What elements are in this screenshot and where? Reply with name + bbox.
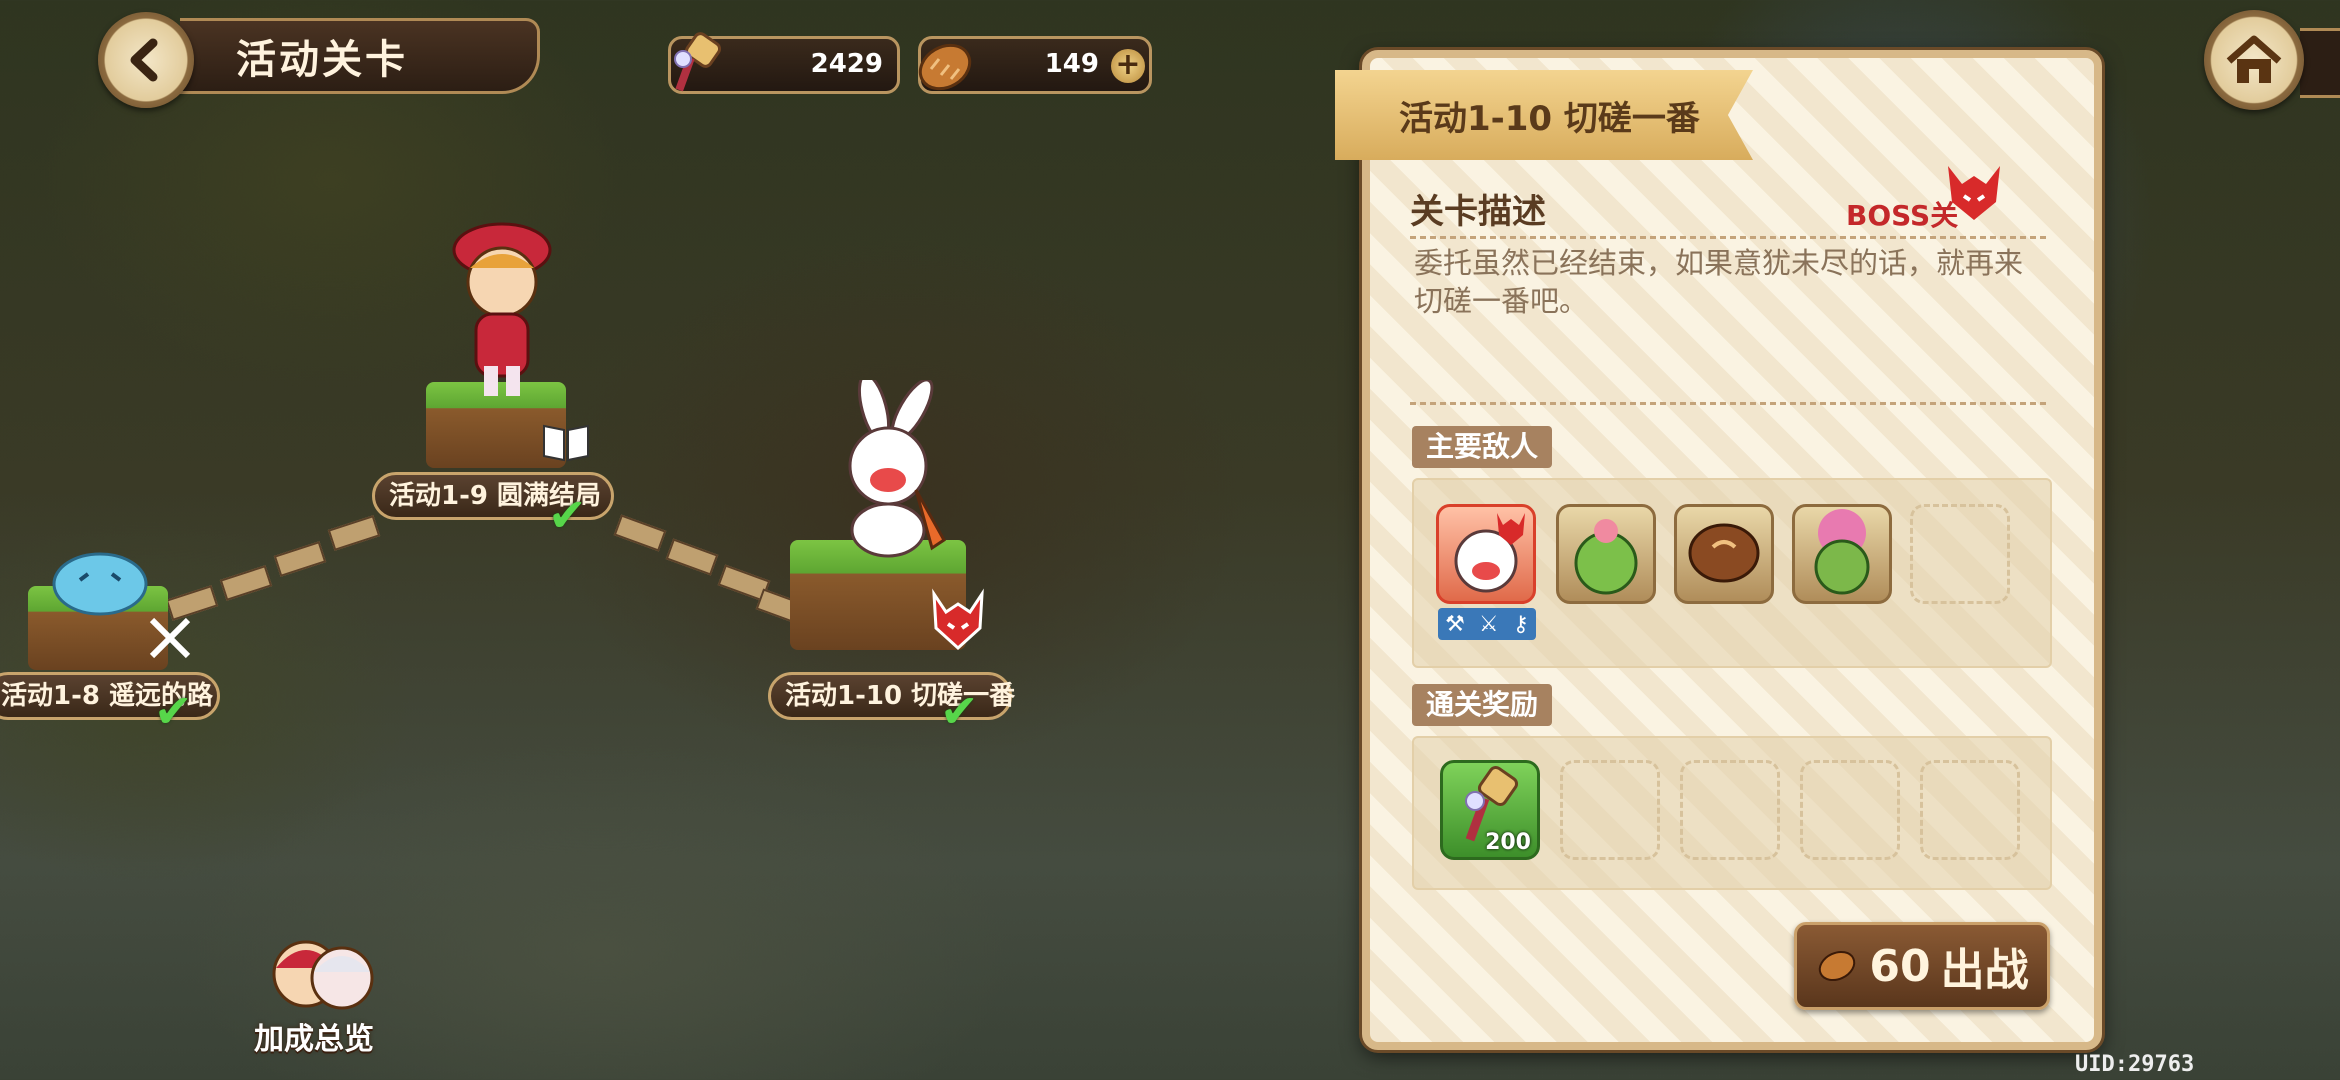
stage-node-1-9[interactable] (410, 216, 610, 476)
reward-slot-empty (1920, 760, 2020, 860)
cleared-check-icon: ✔ (940, 684, 979, 738)
slime-icon (52, 552, 148, 616)
path-segment (665, 538, 719, 576)
enemy-slot-empty (1910, 504, 2010, 604)
path-segment (327, 515, 381, 551)
resource-hammer: 2429 (668, 32, 900, 94)
bonus-characters-icon (272, 940, 374, 1010)
enemy-rabbit-boss[interactable] (1436, 504, 1536, 604)
skill-key-icon: ⚷ (1512, 611, 1529, 637)
fight-button[interactable]: 60 出战 (1794, 922, 2050, 1010)
section-divider (1410, 236, 2050, 239)
bread-icon (918, 43, 972, 91)
fight-label: 出战 (1940, 945, 2029, 996)
crossed-swords-icon (149, 617, 191, 659)
cleared-check-icon: ✔ (154, 684, 193, 738)
add-bread-button[interactable]: + (1111, 49, 1145, 83)
clear-rewards-tag: 通关奖励 (1412, 684, 1553, 726)
reward-slot-empty (1800, 760, 1900, 860)
rabbit-boss-icon (1454, 513, 1525, 593)
back-arrow-icon (130, 38, 158, 82)
enemy-mushroom[interactable] (1674, 504, 1774, 604)
page-title-plate: 活动关卡 (180, 18, 540, 94)
reward-slot-empty (1680, 760, 1780, 860)
home-icon (2226, 35, 2282, 83)
reward-item[interactable]: 200 (1440, 760, 1540, 860)
path-segment (613, 514, 667, 552)
enemy-flower-goblin[interactable] (1792, 504, 1892, 604)
stage-node-1-10[interactable] (780, 380, 1010, 670)
boss-demon-icon (1948, 166, 2000, 220)
mushroom-icon (1688, 523, 1760, 583)
resource-bread: 149 + (918, 36, 1152, 94)
hammer-count: 2429 (810, 49, 883, 79)
boss-demon-icon (932, 588, 984, 651)
skill-swords-icon: ⚔ (1478, 611, 1499, 637)
user-id: UID:29763 (2075, 1052, 2195, 1077)
stage-description: 委托虽然已经结束，如果意犹未尽的话，就再来切磋一番吧。 (1414, 246, 2024, 318)
section-divider (1410, 402, 2050, 405)
home-tab-tail (2300, 28, 2340, 98)
rabbit-boss-icon (848, 380, 946, 558)
main-enemies-tag: 主要敌人 (1412, 426, 1553, 468)
back-button[interactable] (98, 12, 194, 108)
reward-slot-empty (1560, 760, 1660, 860)
bread-count: 149 (1044, 49, 1099, 79)
bonus-overview-button[interactable]: 加成总览 (252, 926, 392, 1057)
reward-count: 200 (1485, 830, 1531, 855)
leaf-sprite-icon (1574, 519, 1638, 595)
bread-icon (1819, 950, 1856, 982)
enemy-skill-icons: ⚒ ⚔ ⚷ (1438, 608, 1536, 640)
bonus-overview-label: 加成总览 (254, 1022, 374, 1057)
red-hood-girl-icon (452, 222, 552, 396)
fight-cost: 60 (1869, 940, 1931, 992)
home-button[interactable] (2204, 10, 2304, 110)
path-segment (219, 565, 273, 601)
description-heading: 关卡描述 (1410, 192, 1546, 232)
book-icon (543, 424, 589, 462)
hammer-ticket-icon (674, 32, 722, 92)
stage-title-ribbon: 活动1-10 切磋一番 (1335, 70, 1753, 160)
path-segment (273, 541, 327, 577)
cleared-check-icon: ✔ (548, 488, 587, 542)
flower-goblin-icon (1814, 509, 1870, 595)
enemy-leaf-sprite[interactable] (1556, 504, 1656, 604)
stage-title: 活动1-10 切磋一番 (1399, 98, 1700, 139)
skill-hammer-icon: ⚒ (1445, 611, 1465, 637)
page-title: 活动关卡 (236, 37, 408, 83)
